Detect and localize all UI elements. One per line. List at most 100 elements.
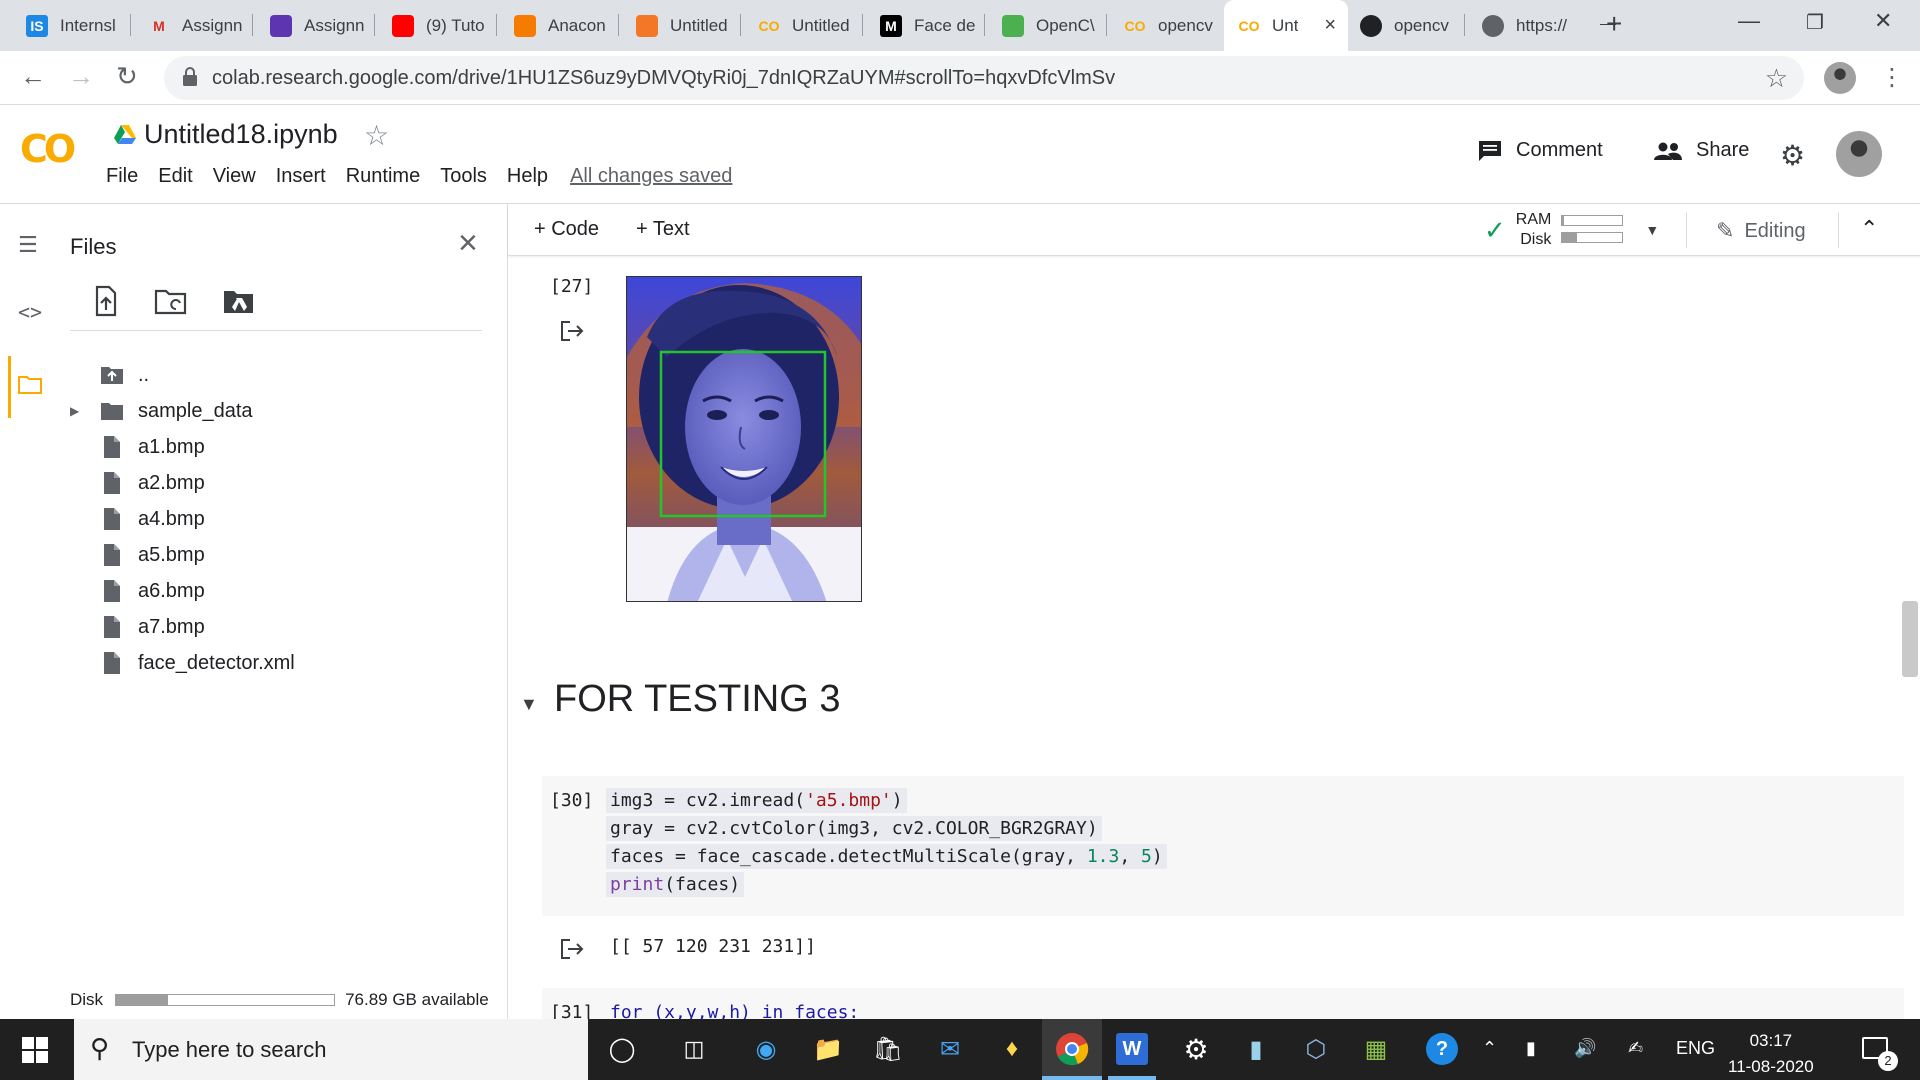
restore-button[interactable]: ❐ xyxy=(1806,10,1824,35)
taskbar-clock[interactable]: 03:17 11-08-2020 xyxy=(1728,1028,1814,1080)
file-row[interactable]: a6.bmp xyxy=(100,576,205,606)
browser-tab[interactable]: Anacon xyxy=(500,0,616,51)
expand-caret-icon[interactable]: ▶ xyxy=(70,404,79,418)
close-tab-icon[interactable]: × xyxy=(1324,14,1336,37)
close-icon[interactable]: × xyxy=(458,224,478,263)
output-arrow-icon[interactable] xyxy=(560,320,586,342)
settings-gear-icon[interactable]: ⚙ xyxy=(1780,139,1805,172)
code-line[interactable]: faces = face_cascade.detectMultiScale(gr… xyxy=(606,844,1167,869)
profile-avatar[interactable] xyxy=(1824,62,1856,94)
edge-browser-icon[interactable]: ◉ xyxy=(748,1031,784,1067)
browser-tab[interactable]: (9) Tuto xyxy=(378,0,494,51)
close-window-button[interactable]: ✕ xyxy=(1874,8,1892,34)
browser-tab[interactable]: opencv xyxy=(1346,0,1462,51)
folder-row[interactable]: sample_data xyxy=(100,396,253,426)
browser-tab[interactable]: Untitled xyxy=(622,0,738,51)
code-line[interactable]: print(faces) xyxy=(606,872,745,897)
browser-tab[interactable]: IS Internsl xyxy=(12,0,128,51)
collapse-header-icon[interactable]: ⌃ xyxy=(1860,216,1878,242)
volume-icon[interactable]: 🔊 xyxy=(1574,1038,1596,1059)
python-icon[interactable]: ♦ xyxy=(994,1031,1030,1067)
mail-icon[interactable]: ✉ xyxy=(932,1031,968,1067)
share-button[interactable]: Share xyxy=(1654,139,1749,162)
mount-drive-icon[interactable] xyxy=(222,284,256,318)
scrollbar-thumb[interactable] xyxy=(1902,601,1918,677)
bookmark-star-icon[interactable]: ☆ xyxy=(1765,63,1788,94)
code-line[interactable]: for (x,y,w,h) in faces: xyxy=(610,1002,859,1019)
google-drive-icon xyxy=(114,124,136,144)
editing-mode-button[interactable]: ✎ Editing xyxy=(1716,218,1806,244)
output-arrow-icon[interactable] xyxy=(560,938,586,960)
code-line[interactable]: img3 = cv2.imread('a5.bmp') xyxy=(606,788,907,813)
file-row[interactable]: a2.bmp xyxy=(100,468,205,498)
show-hidden-icons-icon[interactable]: ⌃ xyxy=(1482,1038,1497,1059)
help-question-icon[interactable]: ? xyxy=(1426,1033,1458,1065)
runtime-dropdown-icon[interactable]: ▼ xyxy=(1645,222,1659,238)
chrome-icon[interactable] xyxy=(1054,1031,1090,1067)
back-button[interactable]: ← xyxy=(20,61,46,92)
settings-gear-taskbar-icon[interactable]: ⚙ xyxy=(1178,1031,1214,1067)
browser-tab[interactable]: https:// xyxy=(1468,0,1584,51)
browser-tab[interactable]: M Face de xyxy=(866,0,982,51)
file-row[interactable]: a1.bmp xyxy=(100,432,205,462)
menu-runtime[interactable]: Runtime xyxy=(346,165,420,188)
forward-button[interactable]: → xyxy=(68,61,94,92)
taskbar-search-box[interactable]: ⚲ Type here to search xyxy=(74,1019,588,1080)
code-snippets-icon[interactable]: <> xyxy=(18,300,42,324)
menu-file[interactable]: File xyxy=(106,165,138,188)
virtualbox-icon[interactable]: ⬡ xyxy=(1298,1031,1334,1067)
add-code-button[interactable]: + Code xyxy=(534,218,599,241)
browser-tab[interactable]: OpenC\ xyxy=(988,0,1104,51)
table-of-contents-icon[interactable]: ☰ xyxy=(18,232,38,258)
browser-menu-icon[interactable]: ⋮ xyxy=(1880,63,1904,92)
address-bar[interactable]: colab.research.google.com/drive/1HU1ZS6u… xyxy=(164,56,1804,100)
battery-icon[interactable]: ▮ xyxy=(1526,1038,1536,1059)
upload-file-icon[interactable] xyxy=(88,284,122,318)
files-folder-icon[interactable] xyxy=(18,374,42,394)
wps-writer-icon[interactable]: W xyxy=(1116,1033,1148,1065)
file-explorer-icon[interactable]: 📁 xyxy=(810,1031,846,1067)
reload-button[interactable]: ↻ xyxy=(116,61,138,92)
code-cell[interactable]: [30] img3 = cv2.imread('a5.bmp') gray = … xyxy=(542,776,1904,916)
section-collapse-caret-icon[interactable]: ▼ xyxy=(520,694,538,715)
language-indicator[interactable]: ENG xyxy=(1676,1038,1715,1059)
code-line[interactable]: gray = cv2.cvtColor(img3, cv2.COLOR_BGR2… xyxy=(606,816,1102,841)
notebook-title[interactable]: Untitled18.ipynb xyxy=(114,119,338,150)
runtime-status[interactable]: ✓ RAM Disk ▼ xyxy=(1484,210,1659,250)
browser-tab[interactable]: CO Untitled xyxy=(744,0,860,51)
tab-title: Untitled xyxy=(792,15,850,35)
menu-insert[interactable]: Insert xyxy=(276,165,326,188)
refresh-folder-icon[interactable] xyxy=(154,284,188,318)
store-icon[interactable]: 🛍 xyxy=(870,1031,906,1067)
new-tab-button[interactable]: + xyxy=(1606,8,1622,40)
menu-view[interactable]: View xyxy=(213,165,256,188)
parent-folder-row[interactable]: .. xyxy=(100,360,149,390)
menu-help[interactable]: Help xyxy=(507,165,548,188)
colab-logo[interactable]: CO xyxy=(20,127,76,171)
code-cell[interactable]: [31] for (x,y,w,h) in faces: xyxy=(542,988,1904,1019)
browser-tab[interactable]: CO Unt × xyxy=(1224,0,1348,51)
star-notebook-icon[interactable]: ☆ xyxy=(364,119,389,152)
file-row[interactable]: a4.bmp xyxy=(100,504,205,534)
disk-usage-bar-toolbar xyxy=(1561,232,1624,243)
pen-icon[interactable]: ✍ xyxy=(1628,1038,1643,1059)
menu-tools[interactable]: Tools xyxy=(440,165,487,188)
file-row[interactable]: a5.bmp xyxy=(100,540,205,570)
menu-edit[interactable]: Edit xyxy=(158,165,192,188)
browser-tab[interactable]: M Assignn xyxy=(134,0,250,51)
task-view-grid-icon[interactable]: ◫ xyxy=(676,1031,712,1067)
tab-favicon-icon: CO xyxy=(1238,17,1260,34)
add-text-button[interactable]: + Text xyxy=(636,218,690,241)
task-view-icon[interactable]: ◯ xyxy=(604,1031,640,1067)
comment-button[interactable]: Comment xyxy=(1478,139,1603,162)
file-row[interactable]: face_detector.xml xyxy=(100,648,295,678)
minimize-button[interactable]: — xyxy=(1738,8,1760,34)
windows-start-icon[interactable] xyxy=(22,1037,48,1063)
browser-tab[interactable]: Assignn xyxy=(256,0,372,51)
account-avatar[interactable] xyxy=(1836,131,1882,177)
pycharm-icon[interactable]: ▦ xyxy=(1358,1031,1394,1067)
notes-app-icon[interactable]: ▮ xyxy=(1238,1031,1274,1067)
file-row[interactable]: a7.bmp xyxy=(100,612,205,642)
browser-tab[interactable]: CO opencv xyxy=(1110,0,1220,51)
save-status-link[interactable]: All changes saved xyxy=(570,165,732,188)
